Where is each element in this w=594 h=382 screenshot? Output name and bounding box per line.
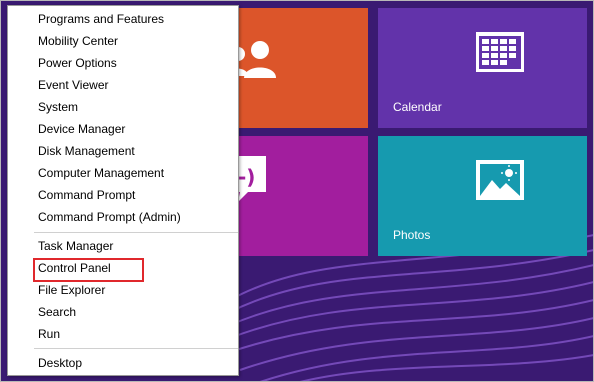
menu-item-event-viewer[interactable]: Event Viewer	[38, 76, 108, 94]
calendar-icon	[476, 32, 524, 72]
tile-people[interactable]	[230, 8, 368, 128]
menu-item-computer-management[interactable]: Computer Management	[38, 164, 164, 182]
menu-item-task-manager[interactable]: Task Manager	[38, 237, 113, 255]
menu-item-device-manager[interactable]: Device Manager	[38, 120, 125, 138]
menu-item-file-explorer[interactable]: File Explorer	[38, 281, 105, 299]
tile-messaging[interactable]: -)	[230, 136, 368, 256]
tile-photos[interactable]: Photos	[378, 136, 587, 256]
menu-item-disk-management[interactable]: Disk Management	[38, 142, 135, 160]
menu-item-programs-and-features[interactable]: Programs and Features	[38, 10, 164, 28]
menu-item-command-prompt[interactable]: Command Prompt	[38, 186, 135, 204]
control-panel-highlight	[33, 258, 144, 282]
menu-item-system[interactable]: System	[38, 98, 78, 116]
people-icon	[230, 41, 276, 78]
menu-item-desktop[interactable]: Desktop	[38, 354, 82, 372]
menu-item-power-options[interactable]: Power Options	[38, 54, 117, 72]
menu-item-command-prompt-admin[interactable]: Command Prompt (Admin)	[38, 208, 181, 226]
tile-photos-label: Photos	[393, 228, 431, 242]
menu-separator	[34, 232, 238, 233]
photos-icon	[476, 160, 524, 200]
tile-calendar-label: Calendar	[393, 100, 442, 114]
winx-context-menu: Programs and Features Mobility Center Po…	[7, 5, 239, 376]
svg-text:-): -)	[238, 165, 255, 189]
menu-item-search[interactable]: Search	[38, 303, 76, 321]
menu-item-run[interactable]: Run	[38, 325, 60, 343]
tile-calendar[interactable]: Calendar	[378, 8, 587, 128]
menu-item-mobility-center[interactable]: Mobility Center	[38, 32, 118, 50]
menu-separator	[34, 348, 238, 349]
